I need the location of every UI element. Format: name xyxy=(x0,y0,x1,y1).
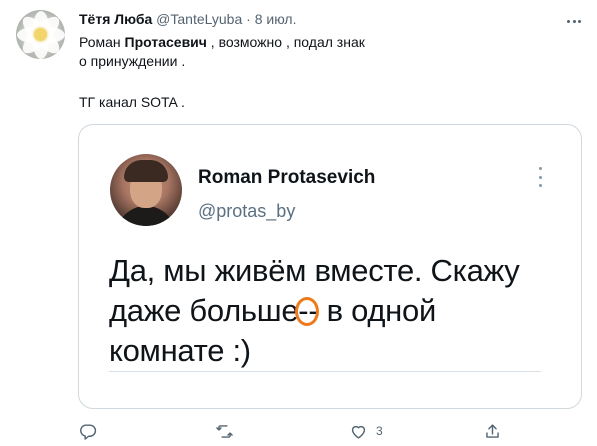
tweet[interactable]: Тётя Люба @TanteLyuba · 8 июл. Роман Про… xyxy=(0,0,597,446)
tweet-header: Тётя Люба @TanteLyuba · 8 июл. xyxy=(79,11,296,28)
tweet-text: Роман Протасевич , возможно , подал знак… xyxy=(79,33,579,110)
retweet-button[interactable] xyxy=(215,420,234,442)
tweet-text-line-2: о принуждении . xyxy=(79,53,186,69)
share-button[interactable] xyxy=(483,420,502,442)
embedded-avatar xyxy=(110,154,182,226)
author-name[interactable]: Тётя Люба xyxy=(79,11,152,27)
heart-icon xyxy=(351,425,366,439)
retweet-icon xyxy=(216,424,233,438)
tweet-text-line-3: ТГ канал SOTA . xyxy=(79,94,185,110)
embedded-author-name: Roman Protasevich xyxy=(198,167,376,188)
embedded-author-handle: @protas_by xyxy=(198,201,296,221)
tweet-text-line-1: Роман Протасевич , возможно , подал знак xyxy=(79,34,365,50)
embedded-line-1: Да, мы живём вместе. Скажу xyxy=(109,253,520,288)
author-avatar[interactable] xyxy=(16,10,65,59)
more-options-icon[interactable] xyxy=(565,12,583,30)
header-separator: · xyxy=(246,11,251,27)
tweet-date[interactable]: 8 июл. xyxy=(255,11,297,27)
author-handle[interactable]: @TanteLyuba xyxy=(156,11,242,27)
embedded-line-2: даже больше-- в одной xyxy=(109,291,569,331)
tweet-media-image[interactable]: Roman Protasevich @protas_by Да, мы живё… xyxy=(78,124,582,409)
embedded-more-icon xyxy=(537,167,543,187)
embedded-divider xyxy=(109,371,541,372)
reply-button[interactable] xyxy=(78,420,97,442)
share-icon xyxy=(486,423,499,438)
circled-dash: -- xyxy=(295,291,320,331)
embedded-tweet-text: Да, мы живём вместе. Скажу даже больше--… xyxy=(109,251,569,371)
like-count: 3 xyxy=(376,424,383,438)
like-button[interactable]: 3 xyxy=(349,420,383,442)
bold-name: Протасевич xyxy=(124,34,207,50)
tweet-actions: 3 xyxy=(78,420,518,442)
embedded-line-3: комнате :) xyxy=(109,333,251,368)
reply-icon xyxy=(80,423,97,440)
